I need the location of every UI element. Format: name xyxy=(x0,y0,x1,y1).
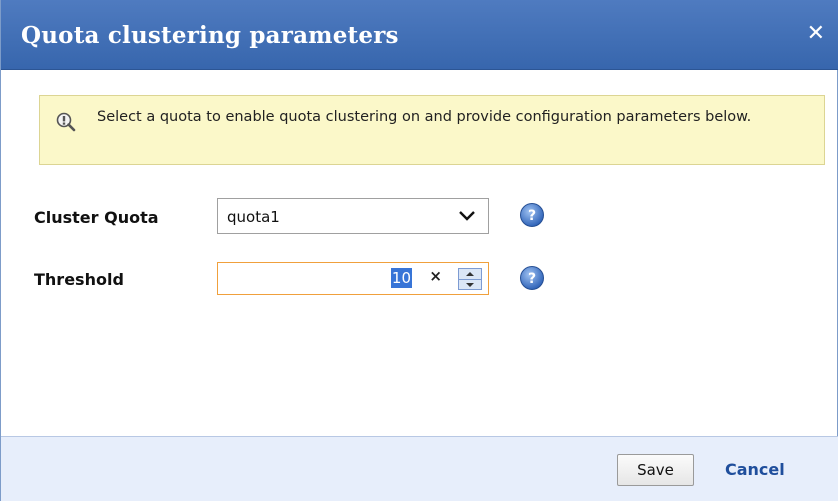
spinner-down-icon[interactable] xyxy=(459,279,481,290)
spinner-up-icon[interactable] xyxy=(459,269,481,279)
quota-clustering-dialog: Quota clustering parameters ✕ Select a q… xyxy=(0,0,838,501)
cluster-quota-select[interactable]: quota1 xyxy=(217,198,489,234)
cluster-quota-label: Cluster Quota xyxy=(34,208,159,227)
cancel-link[interactable]: Cancel xyxy=(725,460,785,479)
help-icon[interactable]: ? xyxy=(519,265,545,291)
chevron-down-icon xyxy=(459,211,475,221)
dialog-title-bar: Quota clustering parameters ✕ xyxy=(1,0,838,70)
info-magnifier-icon xyxy=(56,112,76,132)
svg-text:?: ? xyxy=(528,271,536,287)
info-message: Select a quota to enable quota clusterin… xyxy=(97,109,752,125)
spinner-arrows xyxy=(458,268,482,290)
dialog-title: Quota clustering parameters xyxy=(21,22,399,49)
cluster-quota-value: quota1 xyxy=(227,208,280,226)
dialog-footer: Save Cancel xyxy=(1,436,838,501)
close-icon[interactable]: ✕ xyxy=(807,22,825,46)
threshold-label: Threshold xyxy=(34,270,124,289)
save-button[interactable]: Save xyxy=(617,454,694,486)
threshold-spinner-input[interactable]: 10 × xyxy=(217,262,489,295)
threshold-value[interactable]: 10 xyxy=(390,268,412,288)
clear-icon[interactable]: × xyxy=(429,267,442,285)
svg-text:?: ? xyxy=(528,208,536,224)
info-banner: Select a quota to enable quota clusterin… xyxy=(39,95,825,165)
help-icon[interactable]: ? xyxy=(519,202,545,228)
